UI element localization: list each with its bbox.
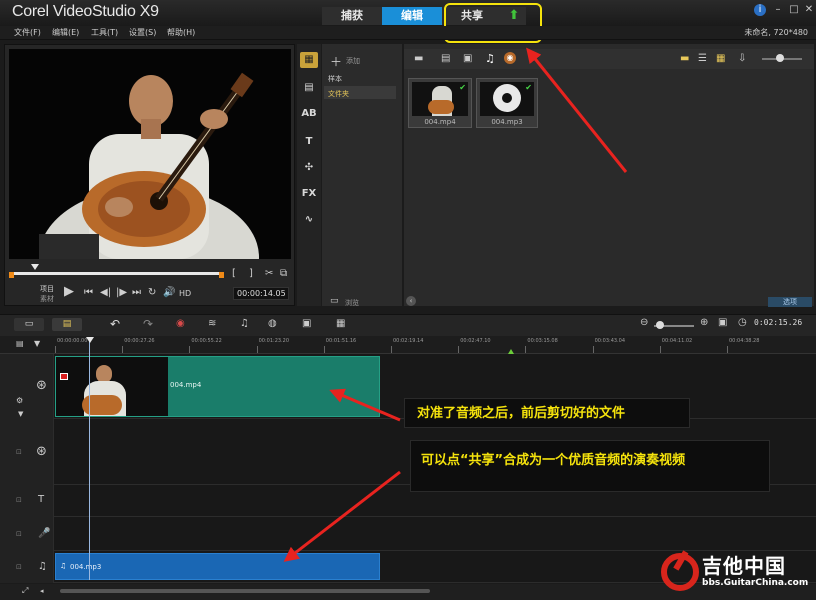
arrow-to-video-clip xyxy=(329,388,401,422)
guitarchina-logo: 吉他中国 bbs.GuitarChina.com xyxy=(660,548,812,594)
watermark-url: bbs.GuitarChina.com xyxy=(702,578,809,588)
watermark-name: 吉他中国 xyxy=(702,554,786,578)
guitarchina-logo-icon xyxy=(661,550,699,591)
annotation-arrows xyxy=(283,47,628,562)
arrow-to-audio-clip xyxy=(283,470,401,562)
arrow-to-share xyxy=(526,47,628,173)
